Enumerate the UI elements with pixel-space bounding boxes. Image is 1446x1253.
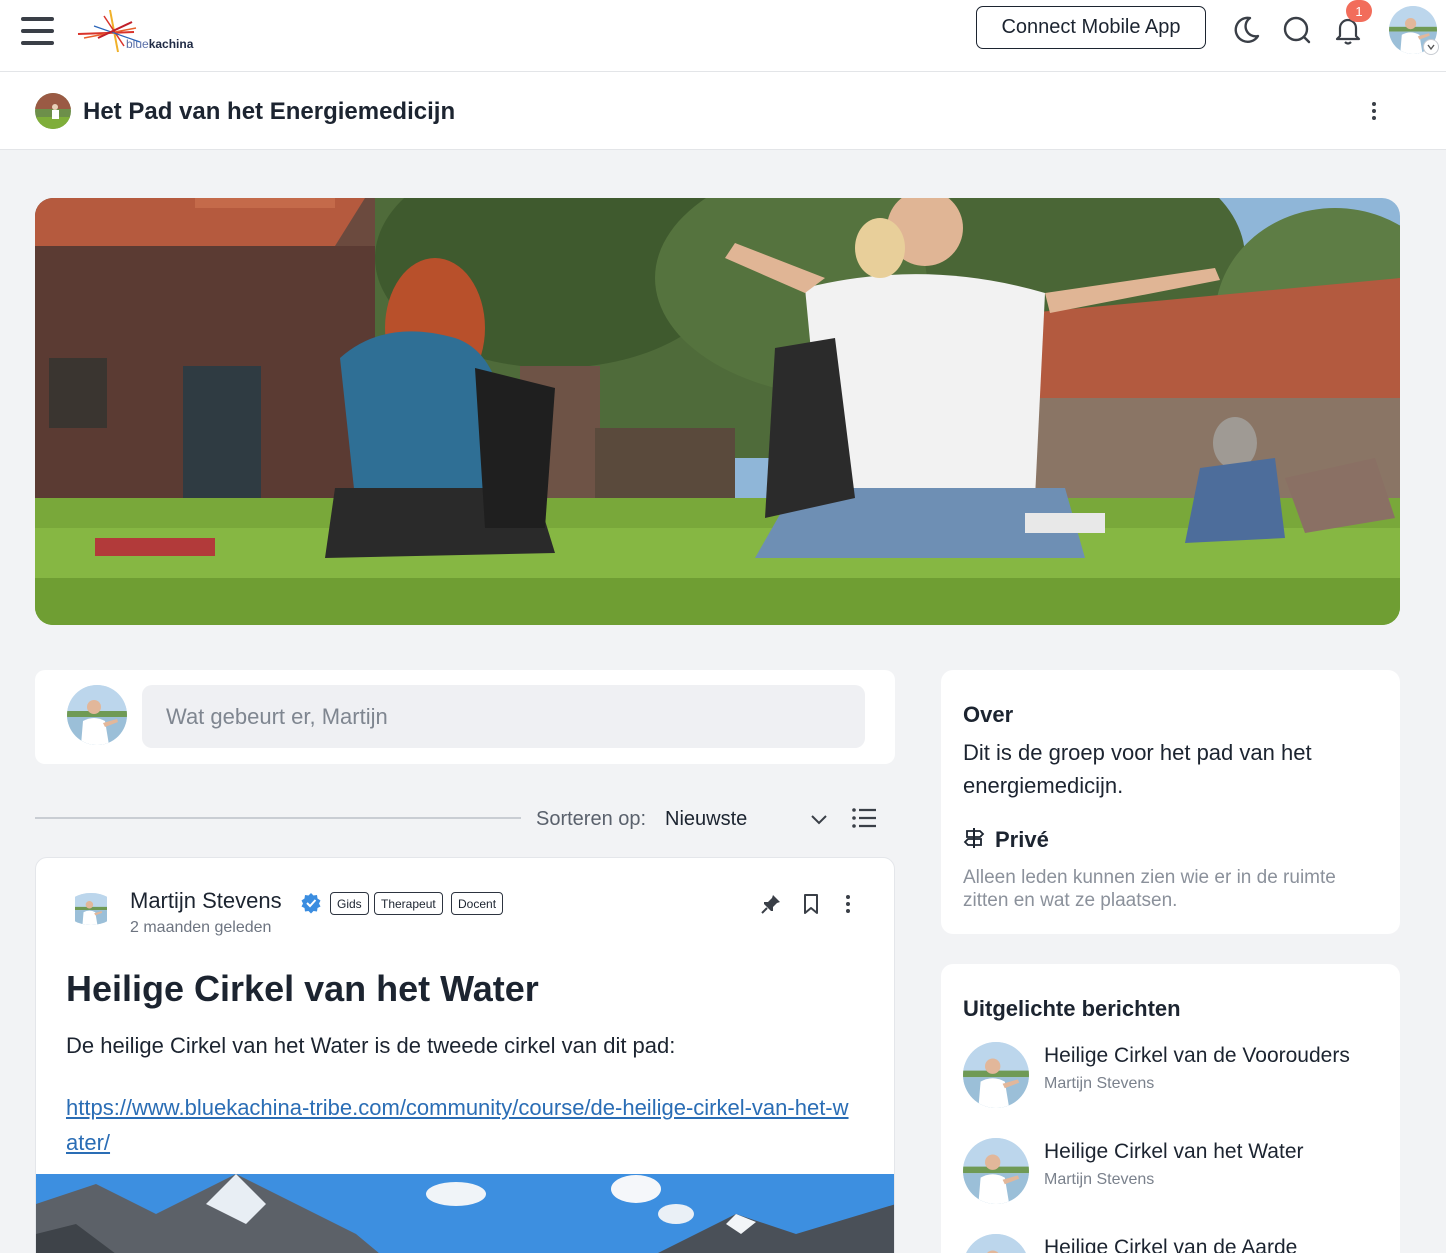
featured-item-avatar bbox=[963, 1234, 1029, 1253]
post-composer-input[interactable] bbox=[142, 685, 865, 748]
avatar-dropdown[interactable] bbox=[1423, 39, 1439, 55]
featured-item-title: Heilige Cirkel van de Aarde bbox=[1044, 1236, 1298, 1253]
post-body: De heilige Cirkel van het Water is de tw… bbox=[66, 1033, 676, 1058]
featured-item-author: Martijn Stevens bbox=[1044, 1075, 1155, 1092]
cover-photo bbox=[35, 198, 1400, 625]
chevron-down-icon bbox=[811, 815, 827, 825]
feed-post: Martijn Stevens Gids Therapeut Docent 2 … bbox=[35, 857, 895, 1253]
list-view-icon[interactable] bbox=[850, 805, 878, 831]
post-link[interactable]: https://www.bluekachina-tribe.com/commun… bbox=[66, 1090, 856, 1160]
pin-icon[interactable] bbox=[759, 892, 783, 916]
featured-item[interactable]: Heilige Cirkel van de Aarde bbox=[963, 1234, 1383, 1253]
group-cover-image bbox=[35, 198, 1400, 625]
privacy-title: Privé bbox=[995, 827, 1049, 852]
connect-mobile-app-button[interactable]: Connect Mobile App bbox=[976, 6, 1206, 49]
search-icon[interactable] bbox=[1281, 14, 1313, 46]
post-composer bbox=[35, 670, 895, 764]
about-card: Over Dit is de groep voor het pad van he… bbox=[941, 670, 1400, 934]
post-author-name[interactable]: Martijn Stevens bbox=[130, 888, 282, 914]
tag-docent: Docent bbox=[451, 892, 504, 915]
bookmark-icon[interactable] bbox=[799, 892, 823, 916]
privacy-description: Alleen leden kunnen zien wie er in de ru… bbox=[963, 867, 1336, 911]
more-options-icon[interactable] bbox=[1364, 99, 1384, 123]
mountain-photo bbox=[36, 1174, 894, 1253]
notification-badge: 1 bbox=[1346, 0, 1372, 22]
group-header: Het Pad van het Energiemedicijn bbox=[0, 72, 1446, 150]
featured-item[interactable]: Heilige Cirkel van de Voorouders Martijn… bbox=[963, 1042, 1383, 1112]
post-author-avatar[interactable] bbox=[66, 893, 116, 925]
verified-badge-icon bbox=[301, 893, 321, 914]
featured-item-title: Heilige Cirkel van de Voorouders bbox=[1044, 1044, 1350, 1067]
moon-icon[interactable] bbox=[1230, 14, 1262, 46]
menu-icon[interactable] bbox=[21, 15, 55, 47]
featured-title: Uitgelichte berichten bbox=[963, 996, 1181, 1021]
signpost-icon bbox=[963, 828, 985, 848]
post-more-icon[interactable] bbox=[836, 892, 860, 916]
featured-item-avatar bbox=[963, 1042, 1029, 1108]
featured-posts-card: Uitgelichte berichten Heilige Cirkel van… bbox=[941, 964, 1400, 1253]
composer-avatar bbox=[67, 685, 127, 745]
featured-item-avatar bbox=[963, 1138, 1029, 1204]
sort-value: Nieuwste bbox=[665, 808, 748, 830]
featured-item[interactable]: Heilige Cirkel van het Water Martijn Ste… bbox=[963, 1138, 1383, 1208]
post-title: Heilige Cirkel van het Water bbox=[66, 968, 539, 1009]
featured-item-title: Heilige Cirkel van het Water bbox=[1044, 1140, 1304, 1163]
group-avatar bbox=[35, 93, 71, 129]
tag-gids: Gids bbox=[330, 892, 369, 915]
tag-therapeut: Therapeut bbox=[374, 892, 443, 915]
about-description: Dit is de groep voor het pad van het ene… bbox=[963, 740, 1312, 798]
chevron-down-icon bbox=[1427, 44, 1435, 51]
post-timestamp: 2 maanden geleden bbox=[130, 919, 272, 936]
featured-item-author: Martijn Stevens bbox=[1044, 1171, 1155, 1188]
group-title: Het Pad van het Energiemedicijn bbox=[83, 98, 456, 125]
logo-wordmark: bluekachina bbox=[126, 37, 194, 51]
about-title: Over bbox=[963, 702, 1014, 727]
top-navigation-bar: bluekachina Connect Mobile App 1 bbox=[0, 0, 1446, 72]
post-image[interactable] bbox=[36, 1174, 894, 1253]
sort-label: Sorteren op: bbox=[536, 808, 647, 830]
sort-divider bbox=[35, 817, 521, 819]
